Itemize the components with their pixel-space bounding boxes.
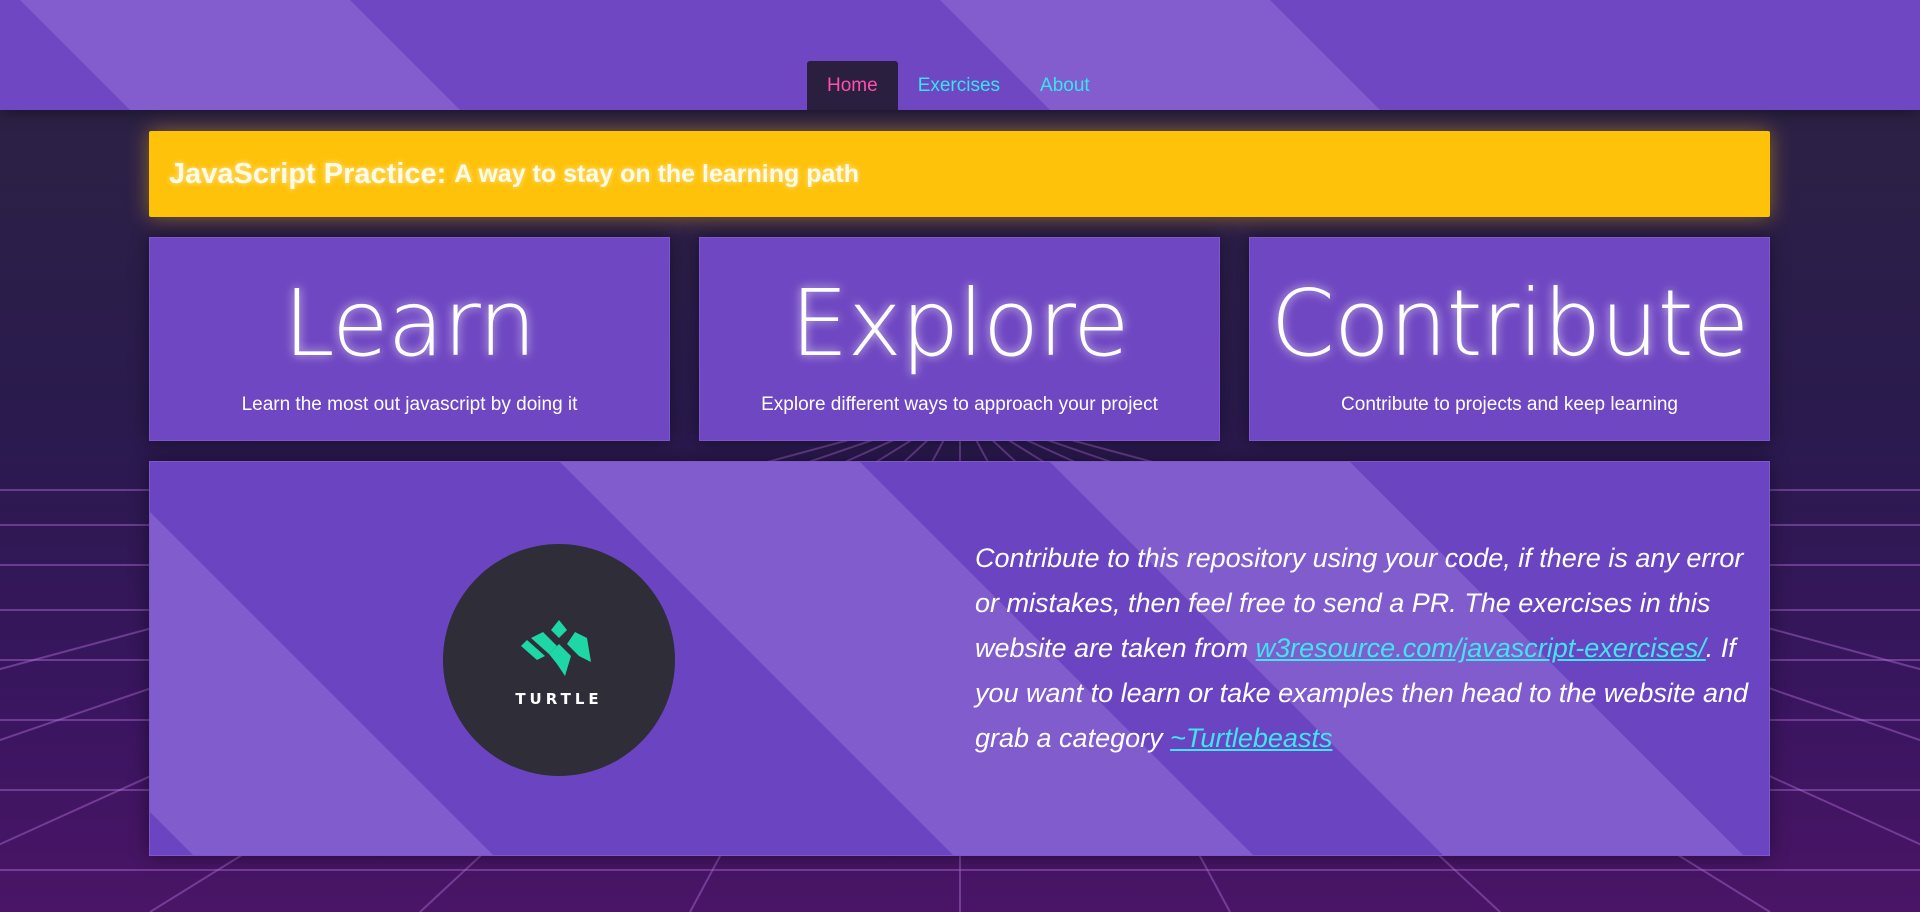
nav-item-about[interactable]: About	[1020, 61, 1110, 110]
banner-subtitle: A way to stay on the learning path	[454, 159, 859, 188]
card-title: Explore	[790, 270, 1129, 377]
turtle-logo: TURTLE	[443, 544, 675, 776]
card-text: Explore different ways to approach your …	[761, 394, 1158, 415]
card-contribute: Contribute Contribute to projects and ke…	[1249, 237, 1770, 441]
about-description: Contribute to this repository using your…	[975, 536, 1750, 761]
top-navbar: Home Exercises About	[0, 0, 1920, 110]
nav-item-home[interactable]: Home	[807, 61, 898, 110]
turtle-logo-icon	[521, 620, 591, 676]
banner-title: JavaScript Practice:	[169, 157, 447, 190]
nav-item-exercises[interactable]: Exercises	[898, 61, 1020, 110]
card-title: Contribute	[1270, 270, 1750, 377]
turtlebeasts-link[interactable]: ~Turtlebeasts	[1170, 723, 1332, 753]
card-learn: Learn Learn the most out javascript by d…	[149, 237, 670, 441]
card-title: Learn	[283, 270, 536, 377]
about-panel: TURTLE Contribute to this repository usi…	[149, 461, 1770, 856]
logo-text: TURTLE	[515, 690, 603, 708]
card-text: Contribute to projects and keep learning	[1341, 394, 1678, 415]
w3resource-link[interactable]: w3resource.com/javascript-exercises/	[1256, 633, 1706, 663]
card-explore: Explore Explore different ways to approa…	[699, 237, 1220, 441]
card-text: Learn the most out javascript by doing i…	[241, 394, 578, 415]
main-nav: Home Exercises About	[807, 61, 1110, 110]
page-banner: JavaScript Practice: A way to stay on th…	[149, 131, 1770, 217]
